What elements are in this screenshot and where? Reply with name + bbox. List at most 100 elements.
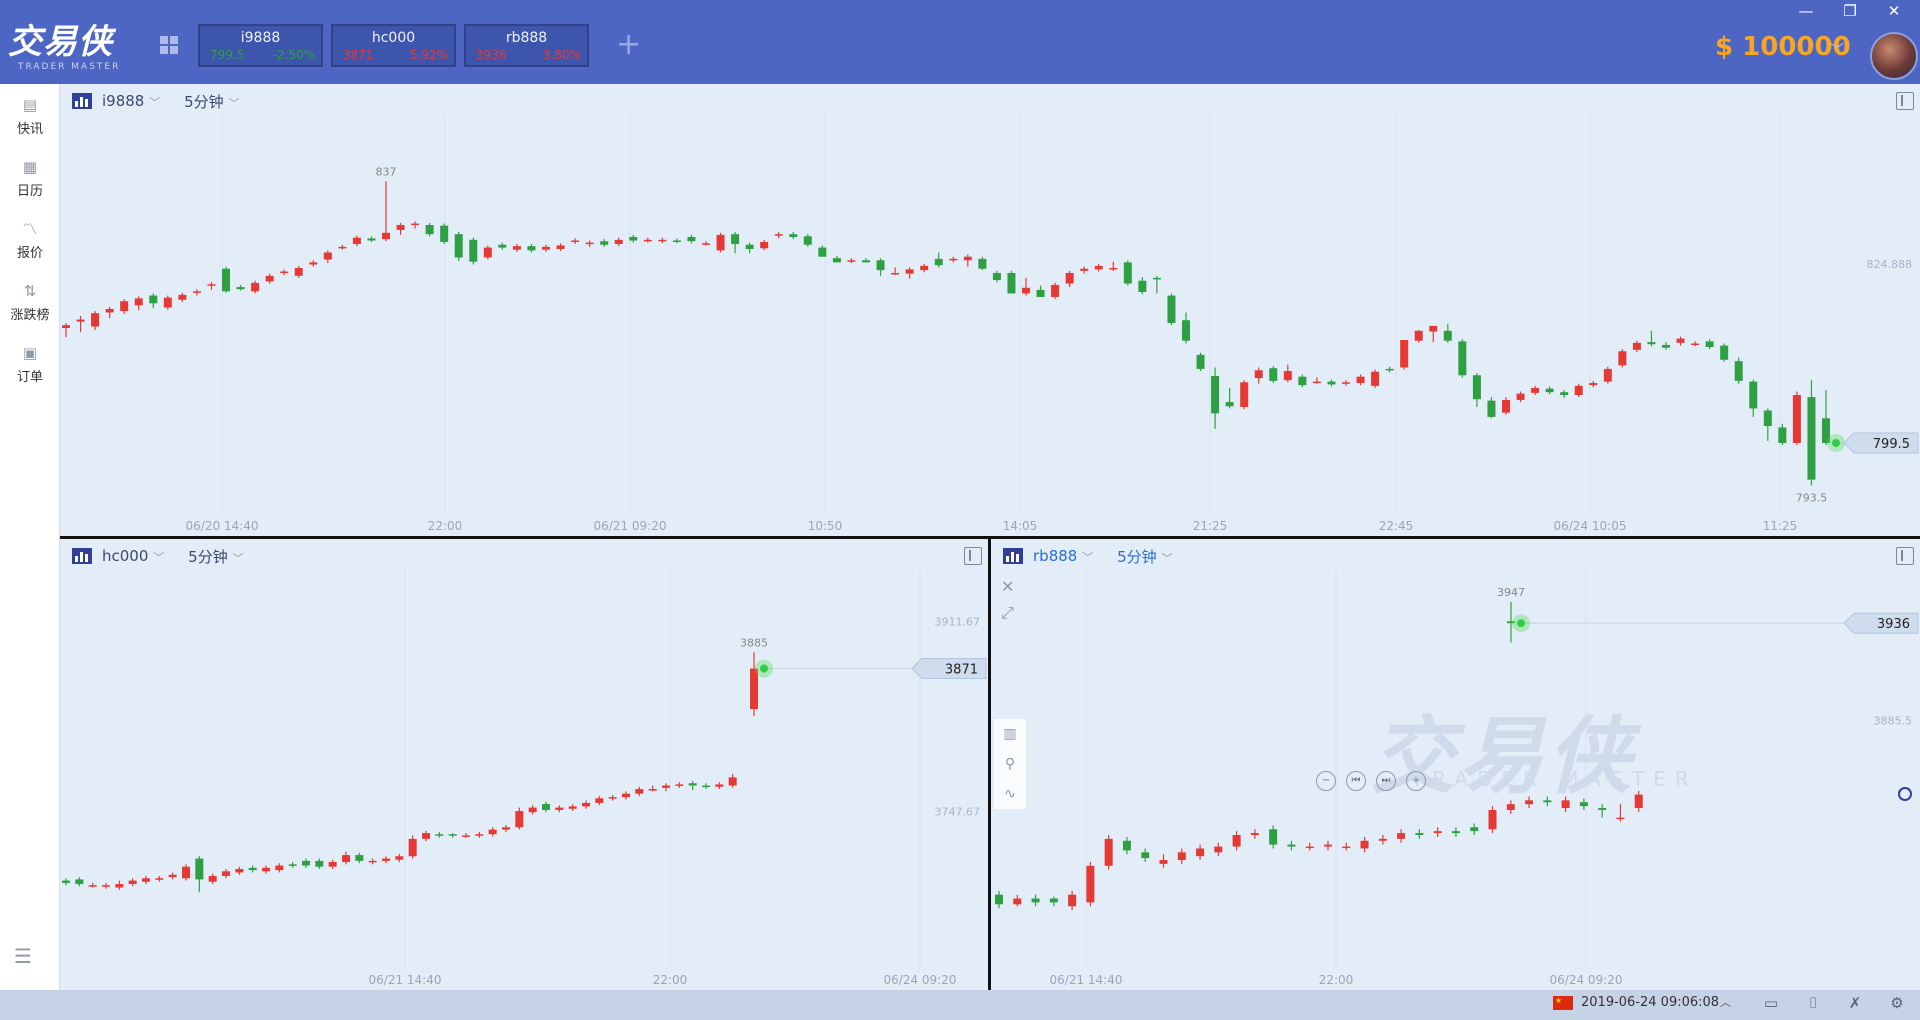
plus-icon[interactable]: + (616, 30, 641, 60)
tab-hc000[interactable]: hc000 3871 5.92% (331, 24, 456, 67)
candle-body (803, 236, 812, 245)
candle-body (1749, 381, 1758, 409)
candle-body (1598, 808, 1607, 810)
logo-subtitle: TRADER MASTER (18, 62, 121, 72)
tab-change: 3.80% (542, 48, 581, 62)
jump-start-icon[interactable]: ⏮ (1346, 771, 1366, 791)
candle-body (1068, 894, 1077, 907)
chart-type-icon[interactable] (72, 548, 92, 564)
candle-body (1574, 385, 1583, 396)
candlestick-chart-i9888[interactable]: 06/20 14:40 22:00 06/21 09:20 10:50 14:05 21:… (60, 84, 1920, 536)
timeframe-label: 5分钟 (1117, 547, 1157, 566)
timeframe-selector[interactable]: 5分钟 ﹀ (188, 546, 243, 567)
candle-body (658, 239, 667, 242)
candle-body (1109, 268, 1118, 270)
zoom-in-icon[interactable]: + (1406, 771, 1426, 791)
jump-end-icon[interactable]: ⏭ (1376, 771, 1396, 791)
chart-type-icon[interactable] (1003, 548, 1023, 564)
x-tick-label: 06/24 09:20 (884, 973, 957, 987)
timeframe-selector[interactable]: 5分钟 ﹀ (184, 91, 239, 112)
candle-body (262, 867, 270, 872)
candle-body (1036, 289, 1045, 297)
candle-body (1778, 427, 1787, 443)
chevron-up-icon[interactable]: ︿ (1720, 994, 1731, 1010)
current-price-dot (1832, 438, 1840, 447)
draw-tool-icon[interactable]: ⚲ (994, 749, 1026, 779)
indicator-icon[interactable]: ▥ (994, 719, 1026, 749)
candle-body (1283, 371, 1292, 381)
tab-i9888[interactable]: i9888 799.5 -2.50% (198, 24, 323, 67)
window-icon[interactable]: ▭ (1760, 994, 1782, 1012)
sidebar-item-calendar[interactable]: ▦ 日历 (0, 146, 60, 204)
timeframe-selector[interactable]: 5分钟 ﹀ (1117, 546, 1172, 567)
candle-body (222, 871, 230, 876)
x-tick-label: 22:00 (653, 973, 688, 987)
mute-icon[interactable]: ✗ (1844, 994, 1866, 1012)
avatar[interactable] (1870, 32, 1918, 80)
candle-body (248, 867, 257, 871)
chevron-down-icon[interactable]: ﹀ (1830, 40, 1844, 60)
sidebar-item-orders[interactable]: ▣ 订单 (0, 332, 60, 390)
expand-icon[interactable]: ⤢ (1001, 603, 1021, 629)
x-tick-label: 06/21 09:20 (594, 519, 667, 533)
candle-body (1397, 833, 1406, 839)
candle-body (1705, 341, 1714, 348)
candle-body (614, 239, 623, 245)
candle-body (367, 238, 376, 241)
settings-icon[interactable]: ⚙ (1886, 994, 1908, 1012)
candle-body (1225, 402, 1234, 407)
candle-body (622, 793, 630, 798)
candle-body (702, 243, 710, 245)
chevron-down-icon: ﹀ (228, 96, 240, 110)
chevron-down-icon: ﹀ (232, 551, 244, 565)
symbol-selector[interactable]: rb888 ﹀ (1033, 547, 1093, 565)
candle-body (62, 325, 70, 328)
candle-body (1378, 838, 1387, 841)
chart-settings-icon[interactable] (1898, 787, 1912, 801)
camera-icon[interactable]: ⌷ (1802, 994, 1824, 1012)
grid-layout-icon[interactable] (160, 36, 180, 56)
menu-icon[interactable]: ☰ (14, 944, 32, 968)
candle-body (1647, 342, 1656, 345)
candle-body (425, 224, 434, 235)
order-icon: ▣ (22, 344, 38, 362)
sidebar-item-label: 日历 (16, 184, 43, 199)
candlestick-chart-hc000[interactable]: 06/21 14:40 22:00 06/24 09:20 3911.67 3747.6… (60, 539, 988, 990)
top-bar: 交易侠 TRADER MASTER i9888 799.5 -2.50% hc0… (0, 0, 1920, 84)
panel-toggle-icon[interactable] (964, 547, 982, 565)
minimize-icon[interactable]: — (1796, 2, 1816, 22)
tab-rb888[interactable]: rb888 3936 3.80% (464, 24, 589, 67)
china-flag-icon: ★ (1553, 996, 1573, 1010)
candle-body (142, 878, 150, 882)
sidebar-item-news[interactable]: ▤ 快讯 (0, 84, 60, 142)
current-price-label: 3936 (1877, 617, 1910, 632)
close-icon[interactable]: ✕ (1884, 2, 1904, 22)
candle-body (396, 224, 405, 230)
candle-body (1152, 277, 1161, 280)
chart-type-icon[interactable] (72, 93, 92, 109)
sidebar-item-rankings[interactable]: ⇅ 涨跌榜 (0, 270, 60, 328)
close-icon[interactable]: ✕ (1001, 577, 1021, 603)
panel-toggle-icon[interactable] (1896, 547, 1914, 565)
candle-body (920, 265, 929, 271)
wave-icon[interactable]: ∿ (994, 779, 1026, 809)
candle-body (62, 880, 70, 883)
candle-body (488, 829, 497, 835)
zoom-out-icon[interactable]: − (1316, 771, 1336, 791)
symbol-selector[interactable]: hc000 ﹀ (102, 547, 164, 565)
candle-body (672, 240, 681, 243)
panel-header: i9888 ﹀ 5分钟 ﹀ (72, 90, 239, 112)
candle-body (328, 862, 337, 867)
candle-body (1049, 898, 1058, 903)
candle-body (1488, 809, 1497, 830)
panel-toggle-icon[interactable] (1896, 92, 1914, 110)
restore-icon[interactable]: ❐ (1840, 2, 1860, 22)
candle-body (1360, 840, 1369, 849)
symbol-selector[interactable]: i9888 ﹀ (102, 92, 160, 110)
candle-body (582, 802, 590, 807)
sidebar-item-quotes[interactable]: 〽 报价 (0, 208, 60, 266)
candle-body (1287, 844, 1296, 847)
tab-change: -2.50% (272, 48, 315, 62)
candlestick-chart-rb888[interactable]: 06/21 14:40 22:00 06/24 09:20 3885.5 3936 394… (991, 539, 1920, 990)
x-tick-label: 11:25 (1763, 519, 1798, 533)
